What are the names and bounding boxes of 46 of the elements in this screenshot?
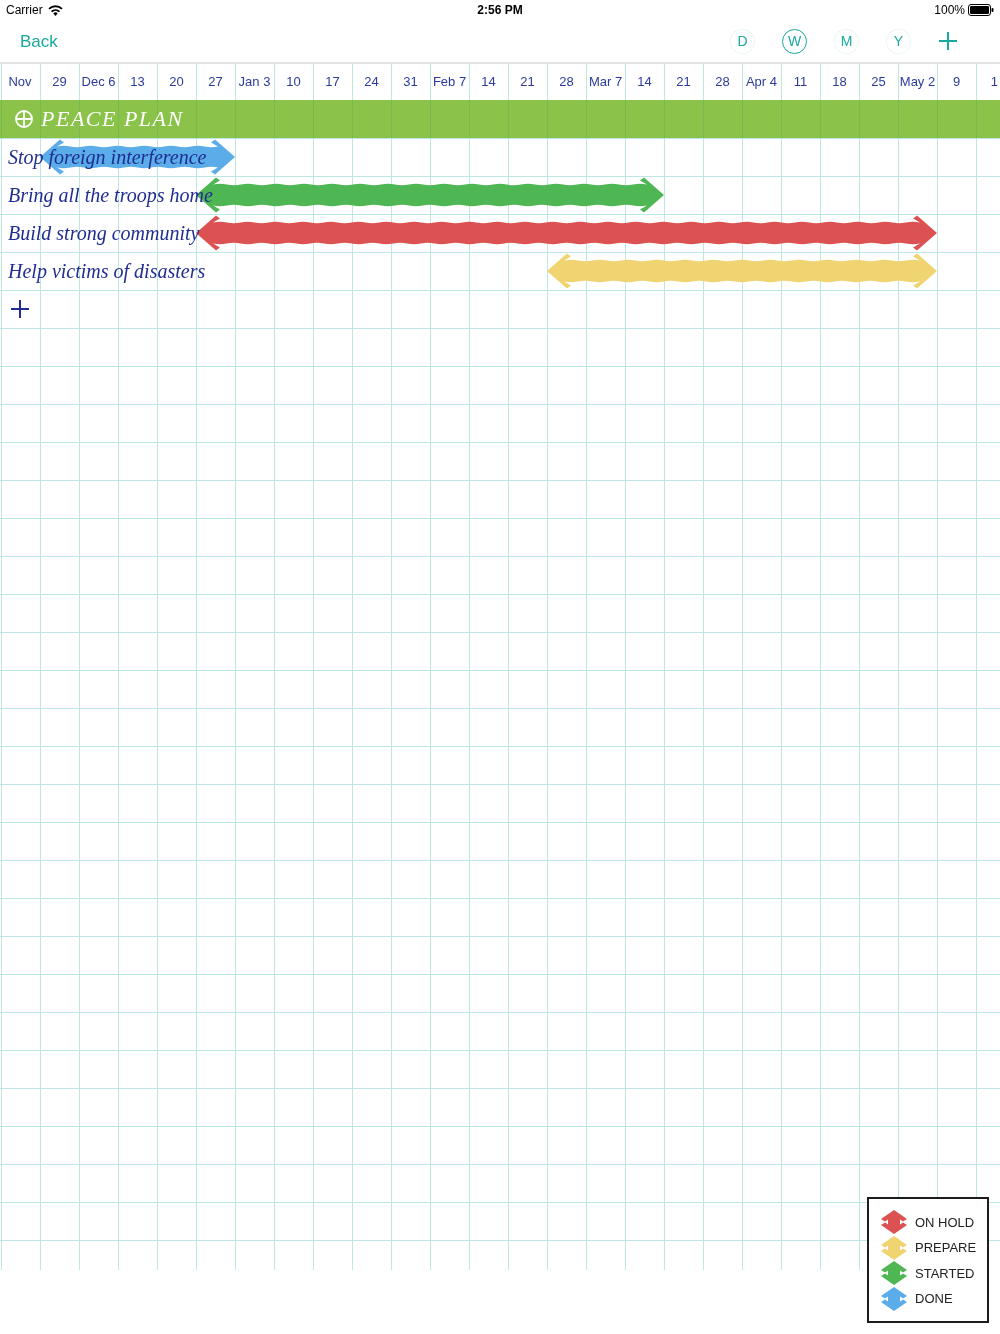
date-label: 14 <box>480 73 497 92</box>
date-label: 27 <box>207 73 224 92</box>
add-icon[interactable] <box>11 300 29 318</box>
date-label: 9 <box>951 73 962 92</box>
battery-icon <box>968 4 994 16</box>
date-label: Feb 7 <box>431 73 468 92</box>
date-label: 14 <box>636 73 653 92</box>
date-label: 31 <box>402 73 419 92</box>
legend-label: DONE <box>915 1290 953 1308</box>
battery-percentage: 100% <box>934 2 965 19</box>
legend-label: STARTED <box>915 1264 975 1283</box>
date-label: May 2 <box>898 73 937 92</box>
date-label: 17 <box>324 73 341 92</box>
date-label: 11 <box>792 73 809 92</box>
date-label: 21 <box>519 73 536 92</box>
date-label: 29 <box>51 73 68 92</box>
zoom-level-button[interactable]: W <box>782 28 807 54</box>
date-label: 18 <box>831 73 848 92</box>
task-label[interactable]: Stop foreign interference <box>8 146 207 168</box>
legend-label: PREPARE <box>915 1239 977 1257</box>
date-label: 28 <box>714 73 731 92</box>
date-label: 10 <box>285 73 302 92</box>
date-label: Nov <box>7 73 33 92</box>
task-label[interactable]: Build strong community <box>8 222 200 244</box>
date-label: 21 <box>675 73 692 92</box>
date-label: 24 <box>363 73 380 92</box>
zoom-level-button[interactable]: Y <box>886 28 911 54</box>
date-label: Dec 6 <box>80 73 117 92</box>
clock-time: 2:56 PM <box>477 2 523 19</box>
zoom-level-button[interactable]: D <box>730 28 755 54</box>
date-label: 25 <box>870 73 887 92</box>
wifi-icon <box>47 4 63 16</box>
circle-plus-icon[interactable] <box>15 110 33 128</box>
date-label: Mar 7 <box>587 73 624 92</box>
zoom-level-button[interactable]: M <box>834 28 859 54</box>
date-label: Jan 3 <box>237 73 272 92</box>
project-title: PEACE PLAN <box>41 108 184 130</box>
date-label: 20 <box>168 73 185 92</box>
date-label: 28 <box>558 73 575 92</box>
date-label: 1 <box>989 73 999 92</box>
carrier-label: Carrier <box>6 2 43 19</box>
legend-label: ON HOLD <box>915 1213 975 1232</box>
task-label[interactable]: Help victims of disasters <box>8 260 206 282</box>
date-label: Apr 4 <box>744 73 779 92</box>
date-label: 13 <box>129 73 146 92</box>
back-button[interactable]: Back <box>20 32 58 50</box>
